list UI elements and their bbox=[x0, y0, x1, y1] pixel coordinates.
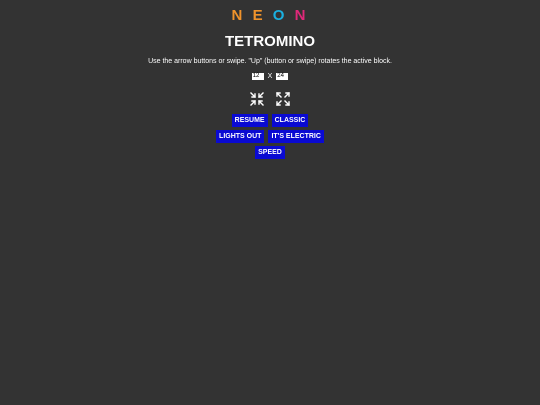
button-row-2: LIGHTS OUT IT'S ELECTRIC bbox=[0, 130, 540, 143]
expand-arrows-icon[interactable] bbox=[276, 92, 291, 106]
lights-out-button[interactable]: LIGHTS OUT bbox=[216, 130, 265, 143]
neon-logo: N E O N bbox=[0, 8, 540, 24]
instructions-text: Use the arrow buttons or swipe. "Up" (bu… bbox=[148, 58, 392, 65]
game-title: TETROMINO bbox=[225, 33, 315, 50]
classic-button[interactable]: CLASSIC bbox=[271, 114, 309, 127]
speed-button[interactable]: SPEED bbox=[255, 146, 285, 159]
resume-button[interactable]: RESUME bbox=[231, 114, 268, 127]
rows-input[interactable]: 24 bbox=[276, 73, 289, 80]
view-controls bbox=[0, 92, 540, 108]
logo-letter: O bbox=[272, 7, 288, 24]
button-row-3: SPEED bbox=[0, 146, 540, 159]
grid-size-controls: 12 X 24 bbox=[0, 72, 540, 81]
columns-input[interactable]: 12 bbox=[251, 73, 264, 80]
its-electric-button[interactable]: IT'S ELECTRIC bbox=[268, 130, 324, 143]
shrink-arrows-icon[interactable] bbox=[249, 92, 264, 106]
size-separator: X bbox=[267, 73, 273, 80]
logo-letter: N bbox=[294, 7, 309, 24]
logo-letter: N bbox=[231, 7, 246, 24]
logo-letter: E bbox=[252, 7, 266, 24]
button-row-1: RESUME CLASSIC bbox=[0, 114, 540, 127]
